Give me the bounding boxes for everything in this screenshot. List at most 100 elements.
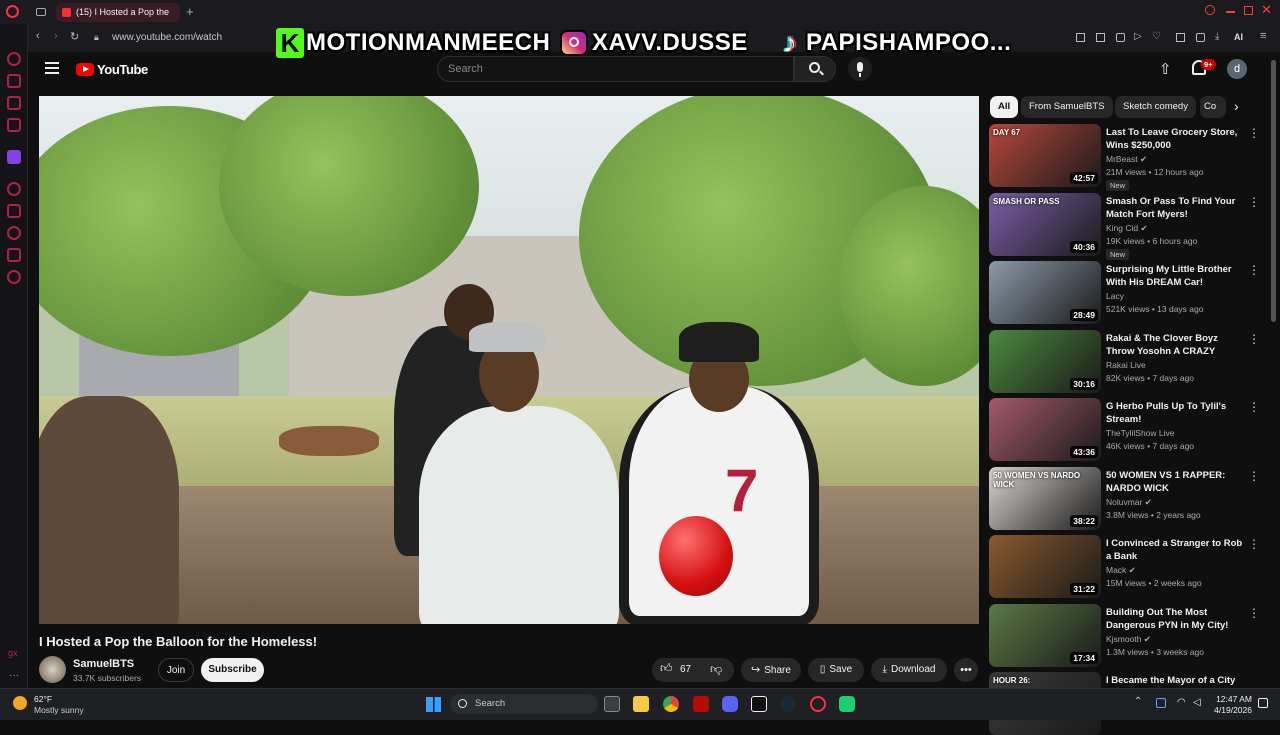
sidebar-more-icon[interactable]: gx (8, 648, 18, 658)
more-vertical-icon[interactable]: ⋮ (1248, 195, 1260, 209)
sidebar-settings-icon[interactable] (7, 270, 21, 284)
recommendation-title[interactable]: Last To Leave Grocery Store, Wins $250,0… (1106, 126, 1244, 152)
recommendation-channel[interactable]: Rakai Live (1106, 359, 1146, 372)
chip-sketch-comedy[interactable]: Sketch comedy (1115, 96, 1196, 118)
chip-from-channel[interactable]: From SamuelBTS (1021, 96, 1113, 118)
tray-network-icon[interactable] (1156, 698, 1166, 708)
discord-icon[interactable] (722, 696, 738, 712)
account-avatar[interactable]: d (1227, 59, 1247, 79)
ai-label[interactable]: AI (1234, 32, 1243, 42)
more-vertical-icon[interactable]: ⋮ (1248, 400, 1260, 414)
camera-icon[interactable] (1116, 33, 1125, 42)
chrome-icon[interactable] (663, 696, 679, 712)
sidebar-twitch-icon[interactable] (7, 150, 21, 164)
start-windows-icon[interactable] (426, 697, 441, 712)
sidebar-menu-icon[interactable]: ··· (9, 670, 19, 681)
hamburger-menu-icon[interactable] (45, 62, 59, 74)
tray-volume-icon[interactable]: ◁ (1193, 697, 1201, 708)
more-vertical-icon[interactable]: ⋮ (1248, 469, 1260, 483)
file-explorer-icon[interactable] (633, 696, 649, 712)
maximize-icon[interactable] (1244, 6, 1253, 15)
share-button[interactable]: ↪ Share (741, 658, 801, 682)
recommendation-title[interactable]: Building Out The Most Dangerous PYN in M… (1106, 606, 1244, 632)
pin-icon[interactable] (1076, 33, 1085, 42)
new-tab-icon[interactable]: + (186, 4, 194, 19)
dislike-button[interactable]: 👎︎ (704, 658, 734, 682)
more-actions-button[interactable]: ••• (954, 658, 978, 682)
recommendation-channel[interactable]: King Cid ✔ (1106, 222, 1148, 235)
more-vertical-icon[interactable]: ⋮ (1248, 606, 1260, 620)
clock-time[interactable]: 12:47 AM (1214, 694, 1252, 704)
browser-tab-active[interactable]: (15) I Hosted a Pop the (56, 3, 180, 22)
more-vertical-icon[interactable]: ⋮ (1248, 537, 1260, 551)
recommendation-title[interactable]: Smash Or Pass To Find Your Match Fort My… (1106, 195, 1244, 221)
close-icon[interactable]: ✕ (1261, 2, 1272, 18)
browser-menu-icon[interactable]: ≡ (1260, 30, 1266, 42)
recommendation-thumbnail[interactable]: 43:36 (989, 398, 1101, 461)
wallet-icon[interactable] (1196, 33, 1205, 42)
recommendation-thumbnail[interactable]: SMASH OR PASS 40:36 (989, 193, 1101, 256)
recommendation-channel[interactable]: TheTylilShow Live (1106, 427, 1175, 440)
reload-icon[interactable]: ↻ (70, 30, 79, 43)
tray-wifi-icon[interactable]: ◠ (1177, 697, 1186, 708)
tab-menu-icon[interactable] (36, 8, 46, 16)
subscribe-button[interactable]: Subscribe (201, 658, 264, 682)
forward-icon[interactable]: › (54, 30, 58, 42)
tray-chevron-icon[interactable]: ⌃ (1134, 696, 1142, 707)
recommendation-title[interactable]: Surprising My Little Brother With His DR… (1106, 263, 1244, 289)
page-scrollbar[interactable] (1271, 60, 1276, 322)
chip-all[interactable]: All (990, 96, 1019, 118)
recommendation-title[interactable]: I Convinced a Stranger to Rob a Bank (1106, 537, 1244, 563)
minimize-icon[interactable] (1226, 11, 1235, 13)
app-icon[interactable] (839, 696, 855, 712)
video-player[interactable]: 7 (39, 96, 979, 624)
more-vertical-icon[interactable]: ⋮ (1248, 263, 1260, 277)
sidebar-play-icon[interactable] (7, 204, 21, 218)
sidebar-music-icon[interactable] (7, 182, 21, 196)
recommendation-title[interactable]: 50 WOMEN VS 1 RAPPER: NARDO WICK (1106, 469, 1244, 495)
capcut-icon[interactable] (751, 696, 767, 712)
task-view-icon[interactable] (604, 696, 620, 712)
recommendation-channel[interactable]: Noluvmar ✔ (1106, 496, 1152, 509)
chip-more[interactable]: Co (1200, 96, 1226, 118)
more-vertical-icon[interactable]: ⋮ (1248, 126, 1260, 140)
url-field[interactable]: www.youtube.com/watch (112, 32, 222, 43)
recommendation-title[interactable]: Rakai & The Clover Boyz Throw Yosohn A C… (1106, 332, 1244, 358)
sidebar-box-icon[interactable] (7, 248, 21, 262)
heart-icon[interactable]: ♡ (1152, 31, 1161, 42)
upload-icon[interactable]: ⇧ (1159, 60, 1172, 78)
recommendation-channel[interactable]: MrBeast ✔ (1106, 153, 1147, 166)
recommendation-thumbnail[interactable]: 50 WOMEN VS NARDO WICK 38:22 (989, 467, 1101, 530)
search-input[interactable]: Search (437, 56, 794, 82)
recommendation-channel[interactable]: Mack ✔ (1106, 564, 1136, 577)
search-tabs-icon[interactable] (1205, 5, 1215, 15)
clock-date[interactable]: 4/19/2026 (1206, 705, 1252, 715)
recommendation-title[interactable]: I Became the Mayor of a City (1106, 674, 1244, 687)
opera-logo-icon[interactable] (6, 5, 19, 18)
sidebar-mail-icon[interactable] (7, 118, 21, 132)
notification-center-icon[interactable] (1258, 698, 1268, 708)
taskbar-search[interactable]: Search (450, 694, 598, 714)
more-vertical-icon[interactable]: ⋮ (1248, 332, 1260, 346)
recommendation-thumbnail[interactable]: DAY 67 42:57 (989, 124, 1101, 187)
download-icon[interactable]: ⤓ (1215, 31, 1219, 42)
like-button[interactable]: 👍︎ 67 (652, 658, 702, 682)
steam-icon[interactable] (780, 696, 796, 712)
channel-name[interactable]: SamuelBTS (73, 658, 134, 670)
recommendation-thumbnail[interactable]: 17:34 (989, 604, 1101, 667)
recommendation-thumbnail[interactable]: 28:49 (989, 261, 1101, 324)
cube-icon[interactable] (1176, 33, 1185, 42)
recommendation-title[interactable]: G Herbo Pulls Up To Tylil's Stream! (1106, 400, 1244, 426)
channel-avatar[interactable] (39, 656, 66, 683)
download-button[interactable]: ⤓ Download (871, 658, 947, 682)
screenshot-icon[interactable] (1096, 33, 1105, 42)
recommendation-thumbnail[interactable]: 31:22 (989, 535, 1101, 598)
search-button[interactable] (794, 56, 836, 82)
sidebar-bag-icon[interactable] (7, 74, 21, 88)
weather-sun-icon[interactable] (13, 696, 27, 710)
recommendation-thumbnail[interactable]: 30:16 (989, 330, 1101, 393)
back-icon[interactable]: ‹ (36, 30, 40, 42)
sidebar-clock-icon[interactable] (7, 226, 21, 240)
save-button[interactable]: ▯ Save (808, 658, 864, 682)
acrobat-icon[interactable] (693, 696, 709, 712)
